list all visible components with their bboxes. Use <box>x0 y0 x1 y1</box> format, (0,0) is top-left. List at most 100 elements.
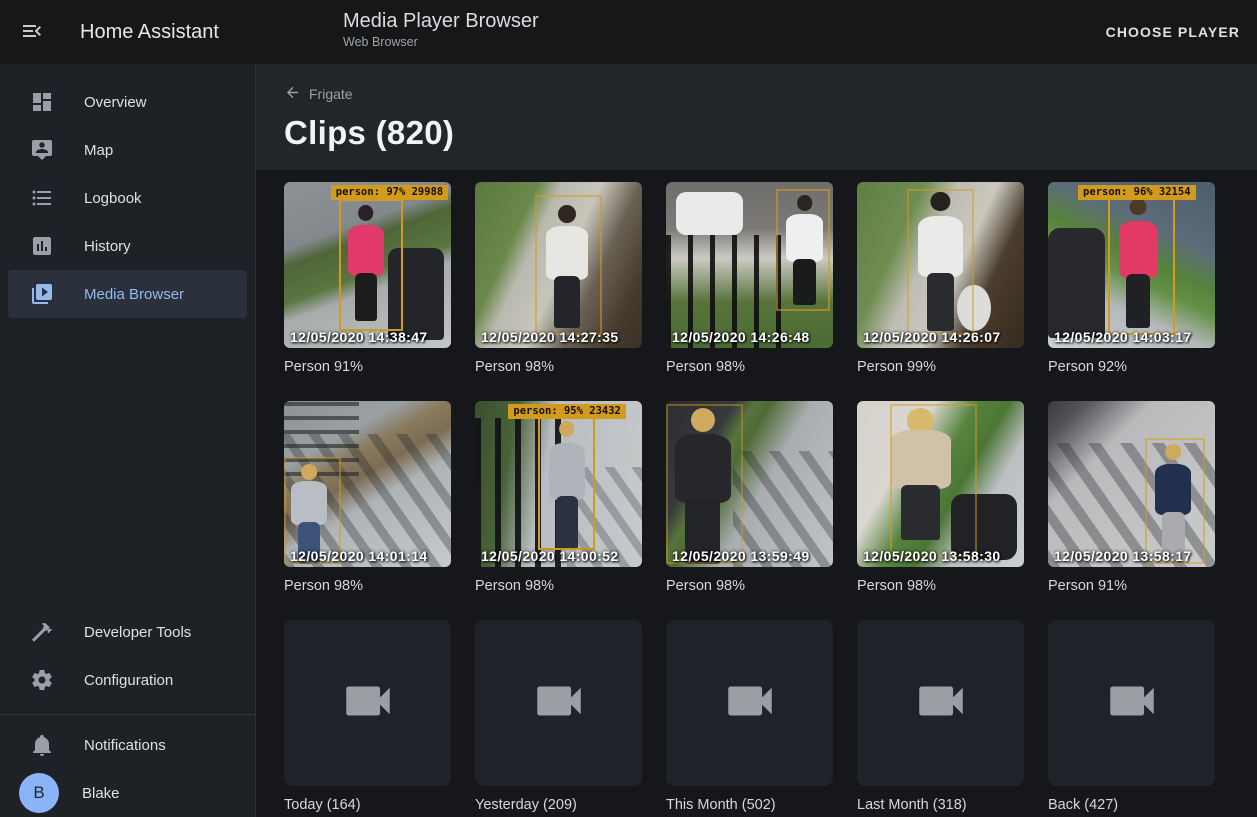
sidebar-item-label: Notifications <box>84 737 166 754</box>
clip-timestamp: 12/05/2020 13:58:30 <box>863 548 1001 564</box>
folder-label: This Month (502) <box>666 797 833 813</box>
clip-card[interactable]: person: 95% 2343212/05/2020 14:00:52 Pers… <box>475 401 642 594</box>
sidebar-item-label: Map <box>84 142 113 159</box>
sidebar-item-label: History <box>84 238 131 255</box>
folder-label: Today (164) <box>284 797 451 813</box>
clip-card[interactable]: person: 97% 2998812/05/2020 14:38:47Pers… <box>284 182 451 375</box>
clip-label: Person 98% <box>666 359 833 375</box>
clip-thumbnail: 12/05/2020 14:27:35 <box>475 182 642 348</box>
clip-timestamp: 12/05/2020 14:26:07 <box>863 329 1001 345</box>
menu-open-icon <box>20 19 44 46</box>
bell-icon <box>30 733 54 757</box>
folder-label: Last Month (318) <box>857 797 1024 813</box>
clip-card[interactable]: 12/05/2020 13:58:30 Person 98% <box>857 401 1024 594</box>
detection-label: person: 97% 29988 <box>331 185 448 200</box>
clip-thumbnail: person: 97% 2998812/05/2020 14:38:47 <box>284 182 451 348</box>
folder-card-last-month-318[interactable]: Last Month (318) <box>857 620 1024 813</box>
folder-thumbnail <box>666 620 833 786</box>
folder-label: Back (427) <box>1048 797 1215 813</box>
user-name: Blake <box>82 785 120 802</box>
clip-card[interactable]: 12/05/2020 13:59:49 Person 98% <box>666 401 833 594</box>
clip-card[interactable]: 12/05/2020 14:26:07 Person 99% <box>857 182 1024 375</box>
folder-thumbnail <box>475 620 642 786</box>
media-grid-wrap: person: 97% 2998812/05/2020 14:38:47 Pers… <box>256 170 1257 817</box>
folder-label: Yesterday (209) <box>475 797 642 813</box>
clip-thumbnail: 12/05/2020 13:58:30 <box>857 401 1024 567</box>
view-dashboard-icon <box>30 90 54 114</box>
detection-bounding-box <box>1145 438 1205 564</box>
sidebar-item-history[interactable]: History <box>8 222 247 270</box>
video-icon <box>339 672 397 735</box>
clip-thumbnail: 12/05/2020 14:01:14 <box>284 401 451 567</box>
clip-card[interactable]: 12/05/2020 14:27:35 Person 98% <box>475 182 642 375</box>
video-icon <box>721 672 779 735</box>
clip-thumbnail: 12/05/2020 14:26:48 <box>666 182 833 348</box>
sidebar-item-overview[interactable]: Overview <box>8 78 247 126</box>
clip-card[interactable]: 12/05/2020 13:58:17Person 91% <box>1048 401 1215 594</box>
clip-thumbnail: 12/05/2020 13:58:17 <box>1048 401 1215 567</box>
folder-card-today-164[interactable]: Today (164) <box>284 620 451 813</box>
clip-label: Person 92% <box>1048 359 1215 375</box>
arrow-left-icon <box>284 84 301 104</box>
tooltip-account-icon <box>30 138 54 162</box>
sidebar-item-label: Logbook <box>84 190 142 207</box>
clip-timestamp: 12/05/2020 14:27:35 <box>481 329 619 345</box>
sidebar-toggle-button[interactable] <box>8 8 56 56</box>
poll-box-icon <box>30 234 54 258</box>
sidebar-item-logbook[interactable]: Logbook <box>8 174 247 222</box>
video-icon <box>530 672 588 735</box>
clip-thumbnail: person: 95% 2343212/05/2020 14:00:52 <box>475 401 642 567</box>
page-heading: Clips (820) <box>284 114 1229 152</box>
detection-bounding-box <box>1108 195 1175 334</box>
page-title: Media Player Browser <box>343 8 539 34</box>
clip-label: Person 99% <box>857 359 1024 375</box>
detection-bounding-box <box>890 404 977 557</box>
detection-label: person: 95% 23432 <box>508 404 625 419</box>
sidebar-item-profile[interactable]: B Blake <box>8 769 247 817</box>
avatar: B <box>19 773 59 813</box>
video-icon <box>1103 672 1161 735</box>
format-list-bulleted-icon <box>30 186 54 210</box>
detection-bounding-box <box>339 199 402 332</box>
clip-timestamp: 12/05/2020 14:01:14 <box>290 548 428 564</box>
sidebar-item-configuration[interactable]: Configuration <box>8 656 247 704</box>
main-content: Frigate Clips (820) person: 97% 2998812/… <box>256 64 1257 817</box>
detection-bounding-box <box>538 411 595 550</box>
folder-card-this-month-502[interactable]: This Month (502) <box>666 620 833 813</box>
clip-label: Person 98% <box>666 578 833 594</box>
sidebar-divider <box>0 714 255 715</box>
sidebar-item-developer-tools[interactable]: Developer Tools <box>8 608 247 656</box>
sidebar-item-label: Configuration <box>84 672 173 689</box>
clip-card[interactable]: person: 96% 32154 12/05/2020 14:03:17 Pers… <box>1048 182 1215 375</box>
clip-label: Person 98% <box>475 578 642 594</box>
breadcrumb[interactable]: Frigate <box>284 84 353 104</box>
choose-player-button[interactable]: CHOOSE PLAYER <box>1102 16 1244 48</box>
clip-label: Person 98% <box>857 578 1024 594</box>
clip-label: Person 98% <box>475 359 642 375</box>
folder-card-back-427[interactable]: Back (427) <box>1048 620 1215 813</box>
clip-card[interactable]: 12/05/2020 14:01:14Person 98% <box>284 401 451 594</box>
sidebar-item-notifications[interactable]: Notifications <box>8 721 247 769</box>
folder-thumbnail <box>1048 620 1215 786</box>
clip-timestamp: 12/05/2020 14:03:17 <box>1054 329 1192 345</box>
detection-bounding-box <box>907 189 974 335</box>
detection-bounding-box <box>776 189 829 312</box>
detection-bounding-box <box>535 195 602 334</box>
clip-timestamp: 12/05/2020 13:58:17 <box>1054 548 1192 564</box>
video-icon <box>912 672 970 735</box>
page-header: Media Player Browser Web Browser <box>343 8 539 50</box>
sidebar-item-label: Developer Tools <box>84 624 191 641</box>
sidebar: Overview Map Logbook History Media Browser De… <box>0 64 256 817</box>
clip-card[interactable]: 12/05/2020 14:26:48 Person 98% <box>666 182 833 375</box>
play-box-multiple-icon <box>30 282 54 306</box>
breadcrumb-label: Frigate <box>309 86 353 102</box>
sidebar-item-label: Overview <box>84 94 147 111</box>
app-title: Home Assistant <box>80 21 219 44</box>
sidebar-item-map[interactable]: Map <box>8 126 247 174</box>
app-header: Home Assistant Media Player Browser Web … <box>0 0 1257 64</box>
detection-label: person: 96% 32154 <box>1078 185 1195 200</box>
clip-timestamp: 12/05/2020 13:59:49 <box>672 548 810 564</box>
sidebar-item-label: Media Browser <box>84 286 184 303</box>
sidebar-item-media-browser[interactable]: Media Browser <box>8 270 247 318</box>
folder-card-yesterday-209[interactable]: Yesterday (209) <box>475 620 642 813</box>
